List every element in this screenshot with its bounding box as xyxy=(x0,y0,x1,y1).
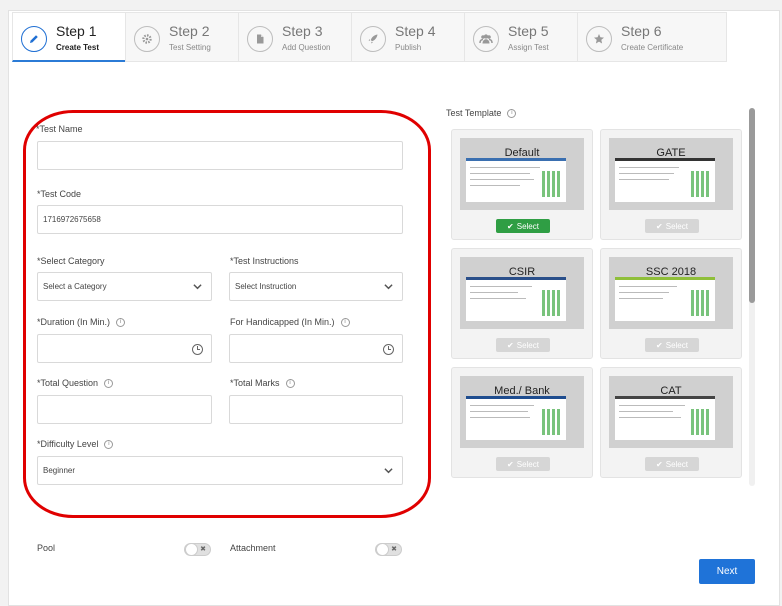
select-button[interactable]: ✔ Select xyxy=(645,457,699,471)
step-title: Step 4 xyxy=(395,23,436,39)
test-template-title: Test Template i xyxy=(446,108,517,118)
check-icon: ✔ xyxy=(507,340,514,350)
step-subtitle: Add Question xyxy=(282,43,331,52)
select-button[interactable]: ✔ Select xyxy=(496,338,550,352)
check-icon: ✔ xyxy=(507,221,514,231)
template-preview xyxy=(615,396,715,440)
step-test-setting[interactable]: Step 2 Test Setting xyxy=(125,12,238,62)
attachment-toggle[interactable]: ✖ xyxy=(375,543,402,556)
template-preview xyxy=(615,158,715,202)
select-button[interactable]: ✔ Select xyxy=(645,219,699,233)
check-icon: ✔ xyxy=(656,340,663,350)
template-card-csir[interactable]: CSIR ✔ Select xyxy=(451,248,593,359)
next-button[interactable]: Next xyxy=(699,559,755,584)
users-icon xyxy=(473,26,499,52)
template-card-med-bank[interactable]: Med./ Bank ✔ Select xyxy=(451,367,593,478)
select-button[interactable]: ✔ Select xyxy=(496,457,550,471)
template-preview xyxy=(615,277,715,321)
document-icon xyxy=(247,26,273,52)
template-preview xyxy=(466,277,566,321)
template-scrollbar[interactable] xyxy=(749,108,755,486)
template-preview xyxy=(466,158,566,202)
step-subtitle: Create Test xyxy=(56,43,99,52)
step-publish[interactable]: Step 4 Publish xyxy=(351,12,464,62)
select-button[interactable]: ✔ Select xyxy=(496,219,550,233)
rocket-icon xyxy=(360,26,386,52)
attachment-label: Attachment xyxy=(230,543,276,553)
step-title: Step 2 xyxy=(169,23,210,39)
step-subtitle: Create Certificate xyxy=(621,43,684,52)
template-card-default[interactable]: Default ✔ Select xyxy=(451,129,593,240)
step-create-certificate[interactable]: Step 6 Create Certificate xyxy=(577,12,727,62)
template-card-cat[interactable]: CAT ✔ Select xyxy=(600,367,742,478)
pool-toggle[interactable]: ✖ xyxy=(184,543,211,556)
step-title: Step 3 xyxy=(282,23,323,39)
step-title: Step 5 xyxy=(508,23,549,39)
gear-icon xyxy=(134,26,160,52)
step-subtitle: Test Setting xyxy=(169,43,211,52)
scrollbar-thumb[interactable] xyxy=(749,108,755,303)
template-preview xyxy=(466,396,566,440)
highlight-annotation xyxy=(23,110,431,518)
star-icon xyxy=(586,26,612,52)
template-card-ssc-2018[interactable]: SSC 2018 ✔ Select xyxy=(600,248,742,359)
info-icon: i xyxy=(507,108,517,118)
template-card-gate[interactable]: GATE ✔ Select xyxy=(600,129,742,240)
pencil-icon xyxy=(21,26,47,52)
pool-label: Pool xyxy=(37,543,56,553)
step-assign-test[interactable]: Step 5 Assign Test xyxy=(464,12,577,62)
check-icon: ✔ xyxy=(507,459,514,469)
step-title: Step 1 xyxy=(56,23,97,39)
wizard-stepper: Step 1 Create Test Step 2 Test Setting S… xyxy=(12,12,727,62)
check-icon: ✔ xyxy=(656,221,663,231)
step-create-test[interactable]: Step 1 Create Test xyxy=(12,12,125,62)
check-icon: ✔ xyxy=(656,459,663,469)
select-button[interactable]: ✔ Select xyxy=(645,338,699,352)
step-subtitle: Assign Test xyxy=(508,43,549,52)
step-title: Step 6 xyxy=(621,23,662,39)
step-add-question[interactable]: Step 3 Add Question xyxy=(238,12,351,62)
step-subtitle: Publish xyxy=(395,43,422,52)
